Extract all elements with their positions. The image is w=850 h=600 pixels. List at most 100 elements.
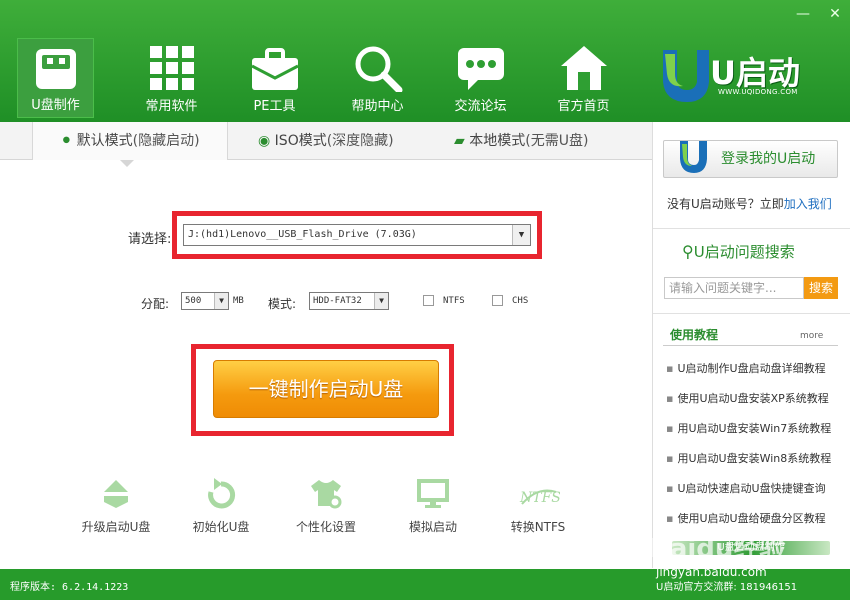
bullet-icon: ▪ — [666, 482, 674, 495]
search-title: ⚲U启动问题搜索 — [682, 241, 795, 262]
main-nav: U盘制作 常用软件 PE工具 帮助中心 交流论坛 官方首页 — [17, 38, 635, 118]
tool-label: 模拟启动 — [408, 520, 457, 534]
tab-iso-mode[interactable]: ◉ ISO模式(深度隐藏) — [258, 122, 394, 160]
alloc-unit: MB — [233, 296, 244, 306]
tool-convert-ntfs[interactable]: NTFS 转换NTFS — [488, 478, 588, 535]
tab-label: ISO模式 — [274, 133, 327, 149]
tab-sublabel: (无需U盘) — [525, 133, 589, 149]
make-bootable-usb-button[interactable]: 一键制作启动U盘 — [213, 360, 439, 418]
tutorial-link[interactable]: ▪ U启动快速启动U盘快捷键查询 — [666, 480, 826, 496]
tutorial-link[interactable]: ▪ 用U启动U盘安装Win8系统教程 — [666, 450, 831, 466]
nav-label: U盘制作 — [31, 98, 80, 113]
dropdown-arrow-icon[interactable]: ▼ — [214, 293, 228, 309]
toolbox-icon — [250, 48, 299, 90]
bullet-icon: ▪ — [666, 362, 674, 375]
close-button[interactable]: ✕ — [824, 4, 846, 24]
tool-personalize[interactable]: 个性化设置 — [276, 478, 376, 535]
tool-simulate-boot[interactable]: 模拟启动 — [383, 478, 483, 535]
alloc-value: 500 — [185, 296, 202, 306]
magnifier-icon — [355, 46, 402, 92]
search-button[interactable]: 搜索 — [804, 277, 838, 299]
uqidong-u-icon — [680, 141, 707, 173]
tab-sublabel: (隐藏启动) — [132, 133, 200, 149]
join-link[interactable]: 加入我们 — [784, 197, 832, 211]
dropdown-arrow-icon[interactable]: ▼ — [374, 293, 388, 309]
dropdown-arrow-icon[interactable]: ▼ — [512, 225, 530, 245]
tutorial-title: 使用教程 — [670, 328, 719, 342]
tab-label: 默认模式 — [76, 133, 133, 149]
tool-init-usb[interactable]: 初始化U盘 — [171, 478, 271, 535]
nav-help-center[interactable]: 帮助中心 — [326, 38, 429, 118]
divider — [653, 313, 850, 314]
tutorial-divider — [663, 345, 838, 346]
tab-local-mode[interactable]: ▰ 本地模式(无需U盘) — [454, 122, 588, 160]
tutorial-link[interactable]: ▪ U启动制作U盘启动盘详细教程 — [666, 360, 826, 376]
version-text: 程序版本: 6.2.14.1223 — [10, 582, 129, 593]
ntfs-checkbox[interactable] — [423, 295, 434, 306]
share-node-icon: ⚫ — [60, 133, 73, 149]
mode-label: 模式: — [268, 297, 297, 311]
nav-label: 交流论坛 — [454, 99, 507, 114]
nav-home[interactable]: 官方首页 — [532, 38, 635, 118]
grid-apps-icon — [149, 46, 194, 90]
tab-default-mode[interactable]: ⚫ 默认模式(隐藏启动) — [32, 122, 228, 160]
tutorial-link-label: 用U启动U盘安装Win8系统教程 — [677, 452, 832, 465]
chs-label: CHS — [512, 296, 529, 306]
search-input[interactable]: 请输入问题关键字... — [664, 277, 804, 299]
tutorial-link[interactable]: ▪ 用U启动U盘安装Win7系统教程 — [666, 420, 831, 436]
tutorial-more-link[interactable]: more — [800, 331, 823, 341]
baidu-watermark: Baidu经验 — [650, 534, 786, 564]
nav-pe-tools[interactable]: PE工具 — [223, 38, 326, 118]
tool-upgrade-usb[interactable]: 升级启动U盘 — [66, 478, 166, 535]
tutorial-link-label: 使用U启动U盘给硬盘分区教程 — [677, 512, 826, 525]
nav-forum[interactable]: 交流论坛 — [429, 38, 532, 118]
tutorial-link-label: U启动快速启动U盘快捷键查询 — [677, 482, 826, 495]
chs-checkbox[interactable] — [492, 295, 503, 306]
nav-common-software[interactable]: 常用软件 — [120, 38, 223, 118]
mode-value: HDD-FAT32 — [313, 296, 362, 306]
nav-usb-make[interactable]: U盘制作 — [17, 38, 94, 118]
tutorial-link[interactable]: ▪ 使用U启动U盘安装XP系统教程 — [666, 390, 829, 406]
bullet-icon: ▪ — [666, 392, 674, 405]
baidu-watermark-url: jingyan.baidu.com — [656, 565, 767, 579]
tool-label: 转换NTFS — [510, 520, 566, 534]
qq-group-text: U启动官方交流群: 181946151 — [656, 582, 798, 593]
ntfs-icon: NTFS — [519, 489, 560, 506]
nav-label: 帮助中心 — [351, 99, 404, 114]
tutorial-link-label: 用U启动U盘安装Win7系统教程 — [677, 422, 832, 435]
tutorial-link[interactable]: ▪ 使用U启动U盘给硬盘分区教程 — [666, 510, 826, 526]
tutorial-link-label: U启动制作U盘启动盘详细教程 — [677, 362, 826, 375]
disc-icon: ◉ — [258, 133, 271, 149]
nav-label: 官方首页 — [557, 99, 610, 114]
upgrade-icon — [104, 480, 128, 508]
nav-label: PE工具 — [253, 99, 296, 114]
tab-pointer — [120, 160, 134, 167]
home-icon — [560, 46, 607, 90]
svg-text:NTFS: NTFS — [519, 490, 560, 506]
drive-select-value: J:(hd1)Lenovo__USB_Flash_Drive (7.03G) — [188, 229, 417, 240]
alloc-label: 分配: — [141, 297, 170, 311]
ntfs-label: NTFS — [443, 296, 465, 306]
search-icon: ⚲ — [682, 242, 694, 261]
header-bar: — ✕ U盘制作 常用软件 PE工具 帮助中心 交流论坛 官方首页 U启动 WW… — [0, 0, 850, 122]
mode-select[interactable]: HDD-FAT32 ▼ — [309, 292, 389, 310]
bullet-icon: ▪ — [666, 512, 674, 525]
divider — [653, 228, 850, 229]
tool-label: 初始化U盘 — [192, 520, 250, 534]
hard-drive-icon: ▰ — [454, 133, 465, 149]
nav-label: 常用软件 — [145, 99, 198, 114]
tab-label: 本地模式 — [469, 133, 526, 149]
drive-select[interactable]: J:(hd1)Lenovo__USB_Flash_Drive (7.03G) ▼ — [183, 224, 531, 246]
mode-tabs: ⚫ 默认模式(隐藏启动) ◉ ISO模式(深度隐藏) ▰ 本地模式(无需U盘) — [0, 122, 652, 160]
no-account-text: 没有U启动账号？立即加入我们 — [667, 195, 832, 212]
tool-label: 个性化设置 — [295, 520, 356, 534]
shirt-gear-icon — [311, 480, 342, 509]
monitor-icon — [417, 479, 449, 508]
bullet-icon: ▪ — [666, 422, 674, 435]
minimize-button[interactable]: — — [792, 4, 814, 24]
no-account-label: 没有U启动账号？立即 — [667, 197, 784, 211]
usb-drive-icon — [35, 49, 76, 89]
tool-label: 升级启动U盘 — [81, 520, 151, 534]
bullet-icon: ▪ — [666, 452, 674, 465]
alloc-select[interactable]: 500 ▼ — [181, 292, 229, 310]
